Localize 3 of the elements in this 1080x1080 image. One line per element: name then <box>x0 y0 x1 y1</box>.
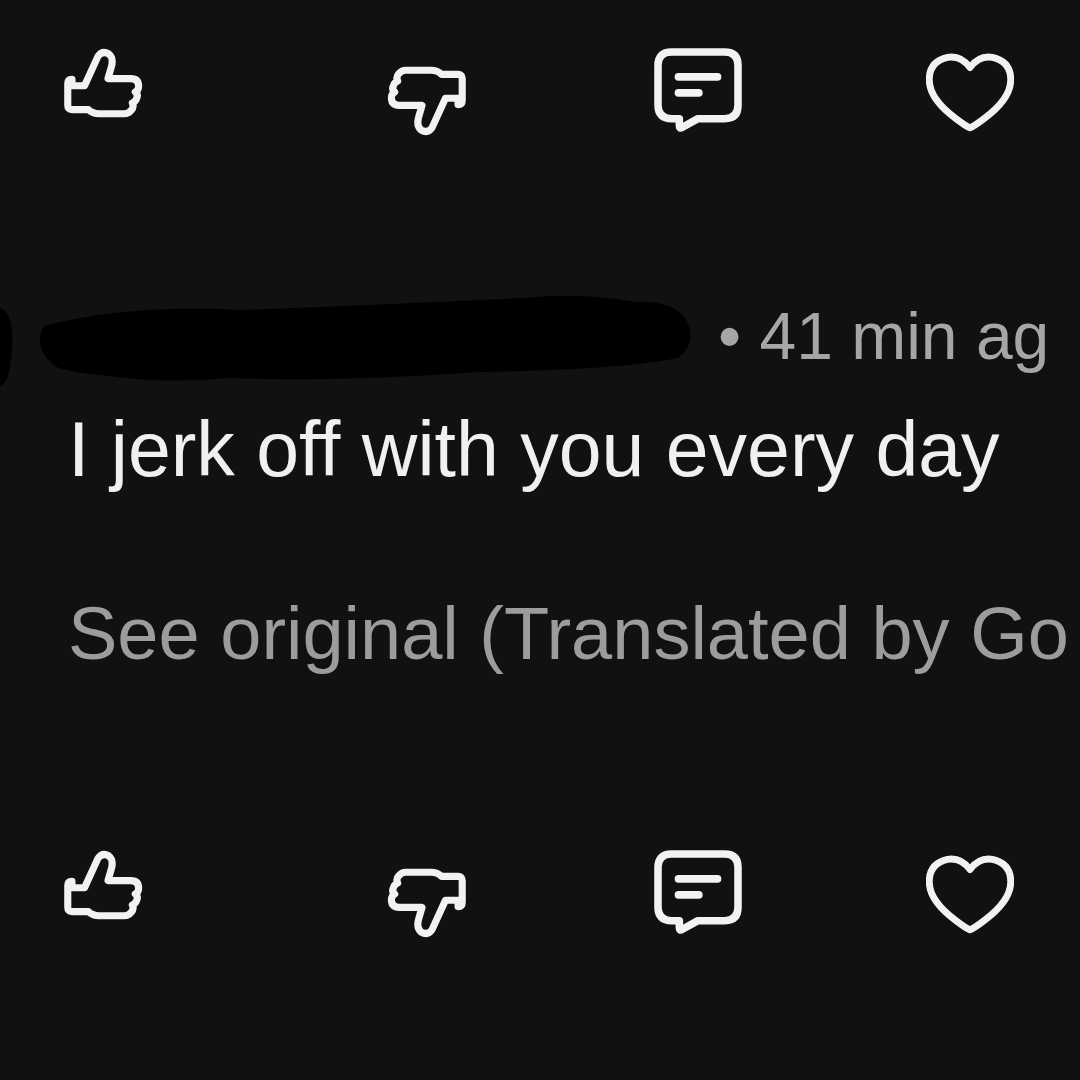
comment-timestamp: • 41 min ag <box>718 298 1050 374</box>
see-original-link[interactable]: See original (Translated by Go <box>68 591 1069 677</box>
comment-text: I jerk off with you every day <box>68 405 1000 494</box>
